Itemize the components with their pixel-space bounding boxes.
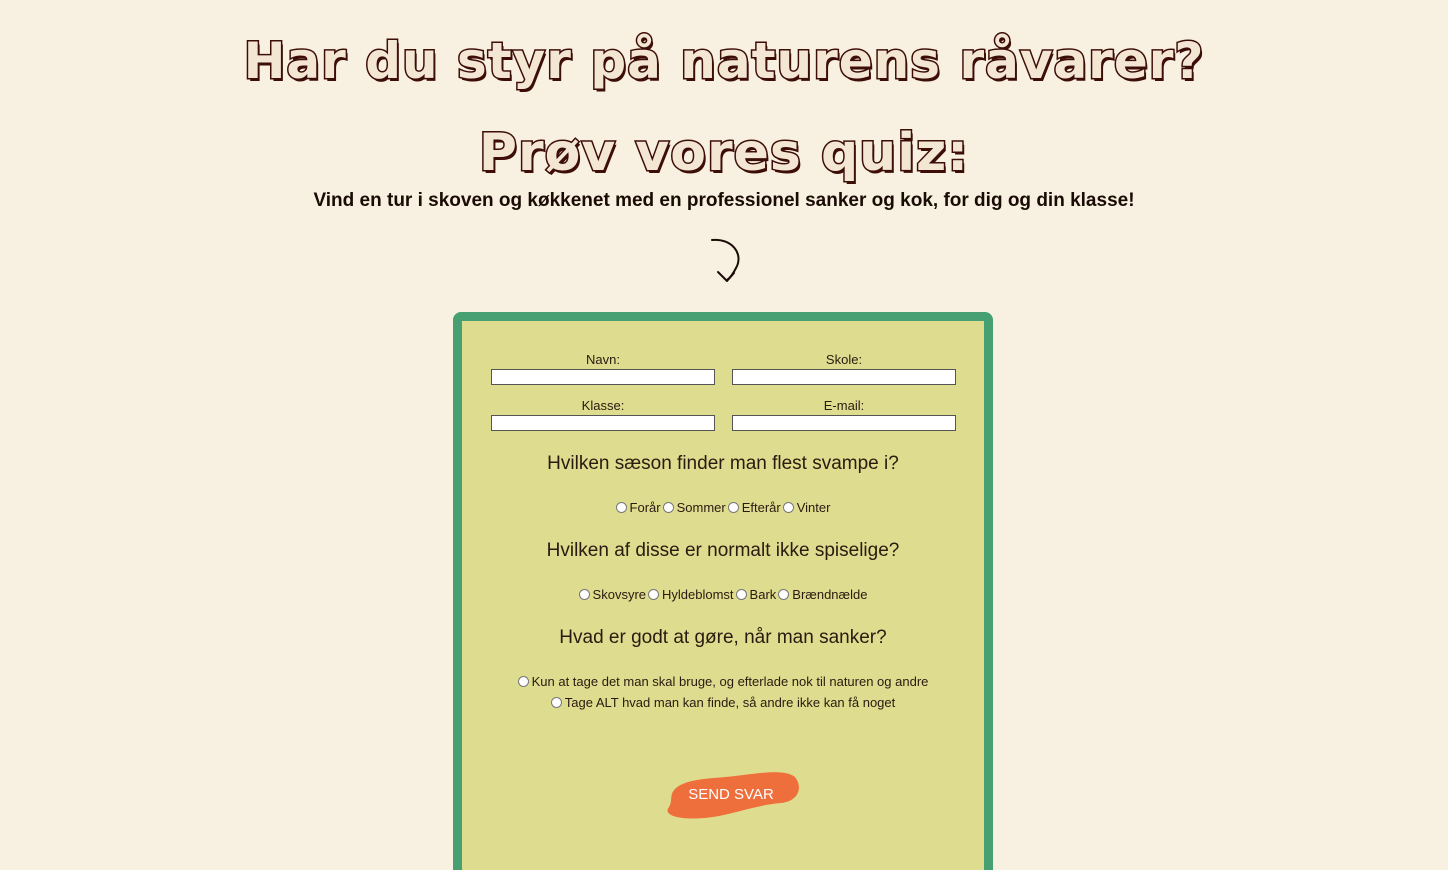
- skole-label: Skole:: [825, 352, 863, 367]
- field-navn: Navn:: [491, 351, 715, 385]
- page-title: Har du styr på naturens råvarer?: [242, 31, 1205, 92]
- skole-input[interactable]: [732, 369, 956, 385]
- option-sommer[interactable]: Sommer: [662, 500, 726, 515]
- option-bark[interactable]: Bark: [735, 587, 776, 602]
- email-label: E-mail:: [823, 398, 865, 413]
- question-1-options: Forår Sommer Efterår Vinter: [462, 497, 984, 518]
- option-skovsyre[interactable]: Skovsyre: [578, 587, 646, 602]
- field-skole: Skole:: [732, 351, 956, 385]
- tagline: Vind en tur i skoven og køkkenet med en …: [313, 190, 1135, 211]
- navn-label: Navn:: [586, 352, 620, 367]
- klasse-label: Klasse:: [581, 398, 625, 413]
- navn-input[interactable]: [491, 369, 715, 385]
- klasse-input[interactable]: [491, 415, 715, 431]
- option-forar[interactable]: Forår: [615, 500, 661, 515]
- quiz-form: Navn: Skole: Klasse: E-mail: Hvilken sæs…: [453, 312, 993, 870]
- curved-arrow-down-icon: [711, 238, 740, 282]
- radio-hyldeblomst[interactable]: [648, 589, 660, 600]
- field-klasse: Klasse:: [491, 397, 715, 431]
- send-button-wrap: SEND SVAR: [657, 769, 805, 821]
- question-3-options: Kun at tage det man skal bruge, og efter…: [462, 671, 984, 713]
- radio-braendnaelde[interactable]: [778, 589, 790, 600]
- email-input[interactable]: [732, 415, 956, 431]
- radio-bark[interactable]: [735, 589, 747, 600]
- option-vinter[interactable]: Vinter: [782, 500, 830, 515]
- radio-skovsyre[interactable]: [578, 589, 590, 600]
- page-subtitle: Prøv vores quiz:: [477, 122, 970, 185]
- radio-tage-det-man-skal-bruge[interactable]: [517, 676, 529, 687]
- option-tage-det-man-skal-bruge[interactable]: Kun at tage det man skal bruge, og efter…: [517, 674, 928, 689]
- question-2: Hvilken af disse er normalt ikke spiseli…: [546, 540, 900, 561]
- radio-vinter[interactable]: [782, 502, 794, 513]
- send-svar-button[interactable]: SEND SVAR: [657, 769, 805, 821]
- radio-tage-alt[interactable]: [550, 697, 562, 708]
- option-efterar[interactable]: Efterår: [727, 500, 781, 515]
- question-1: Hvilken sæson finder man flest svampe i?: [547, 453, 899, 474]
- radio-sommer[interactable]: [662, 502, 674, 513]
- question-3: Hvad er godt at gøre, når man sanker?: [559, 627, 887, 648]
- option-braendnaelde[interactable]: Brændnælde: [778, 587, 867, 602]
- option-hyldeblomst[interactable]: Hyldeblomst: [648, 587, 734, 602]
- field-email: E-mail:: [732, 397, 956, 431]
- radio-efterar[interactable]: [727, 502, 739, 513]
- radio-forar[interactable]: [615, 502, 627, 513]
- question-2-options: Skovsyre Hyldeblomst Bark Brændnælde: [462, 584, 984, 605]
- option-tage-alt[interactable]: Tage ALT hvad man kan finde, så andre ik…: [550, 695, 895, 710]
